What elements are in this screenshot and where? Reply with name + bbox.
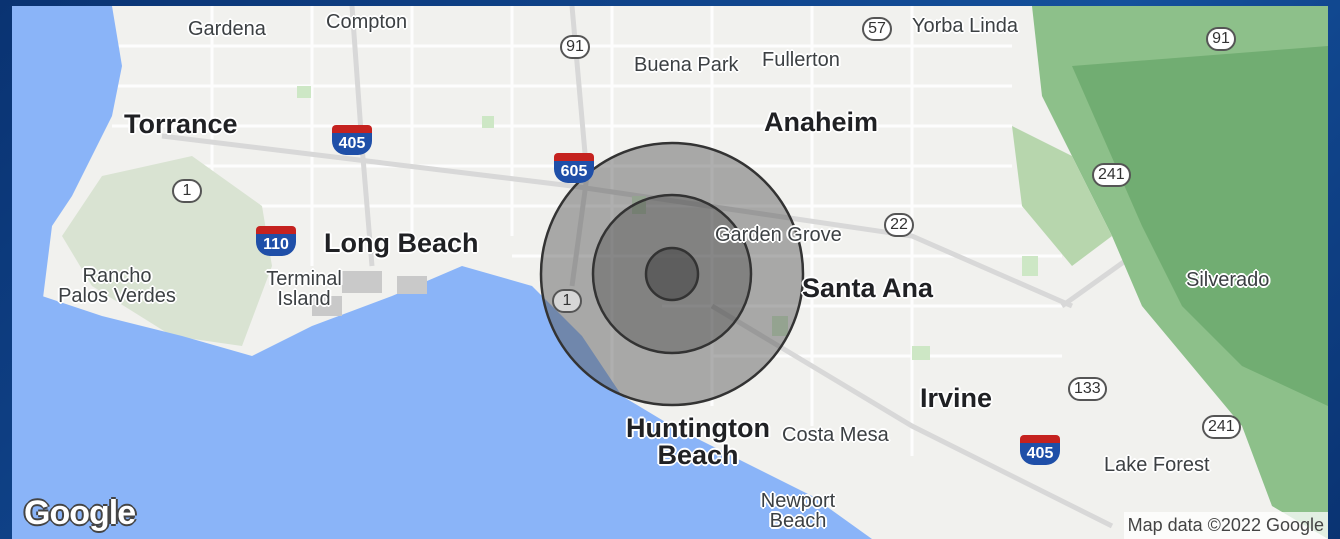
label-huntington: Huntington	[626, 413, 770, 443]
interstate-110-shield: 110	[256, 226, 296, 256]
label-irvine: Irvine	[920, 383, 993, 413]
label-rancho-palos-verdes: Rancho Palos Verdes	[42, 266, 192, 306]
label-gardena: Gardena	[188, 18, 266, 40]
label-fullerton: Fullerton	[762, 49, 840, 71]
route-133-shield: 133	[1068, 377, 1107, 401]
label-long-beach: Long Beach	[324, 228, 479, 258]
label-rancho: Rancho	[82, 265, 152, 287]
route-57-shield: 57	[862, 17, 892, 41]
label-island: Island	[277, 288, 331, 310]
route-1-shield: 1	[172, 179, 202, 203]
route-1-south-shield: 1	[552, 289, 582, 313]
map-attribution[interactable]: Map data ©2022 Google	[1123, 512, 1328, 539]
label-huntington-beach: Huntington Beach	[618, 415, 778, 469]
label-terminal: Terminal	[266, 268, 342, 290]
label-silverado: Silverado	[1186, 269, 1270, 291]
route-241-south-shield: 241	[1202, 415, 1241, 439]
label-newport-beach-word: Beach	[769, 510, 827, 532]
interstate-405-shield: 405	[332, 125, 372, 155]
label-compton: Compton	[326, 11, 408, 33]
label-garden-grove: Garden Grove	[715, 224, 842, 246]
label-newport: Newport	[760, 490, 836, 512]
label-costa-mesa: Costa Mesa	[782, 424, 889, 446]
interstate-605-shield: 605	[554, 153, 594, 183]
page-frame: Gardena Compton Yorba Linda Buena Park F…	[0, 0, 1340, 539]
label-torrance: Torrance	[124, 109, 238, 139]
map-view[interactable]: Gardena Compton Yorba Linda Buena Park F…	[12, 6, 1328, 539]
label-terminal-island: Terminal Island	[254, 269, 354, 309]
label-santa-ana: Santa Ana	[802, 273, 934, 303]
google-logo[interactable]: Google	[24, 494, 136, 533]
label-newport-beach: Newport Beach	[748, 491, 848, 531]
label-palos-verdes: Palos Verdes	[58, 285, 176, 307]
interstate-405-south-shield: 405	[1020, 435, 1060, 465]
label-lake-forest: Lake Forest	[1104, 454, 1210, 476]
label-anaheim: Anaheim	[764, 107, 879, 137]
label-buena-park: Buena Park	[634, 54, 739, 76]
route-22-shield: 22	[884, 213, 914, 237]
label-yorba-linda: Yorba Linda	[912, 15, 1019, 37]
route-91-east-shield: 91	[1206, 27, 1236, 51]
label-beach: Beach	[657, 440, 739, 470]
route-91-shield: 91	[560, 35, 590, 59]
route-241-shield: 241	[1092, 163, 1131, 187]
